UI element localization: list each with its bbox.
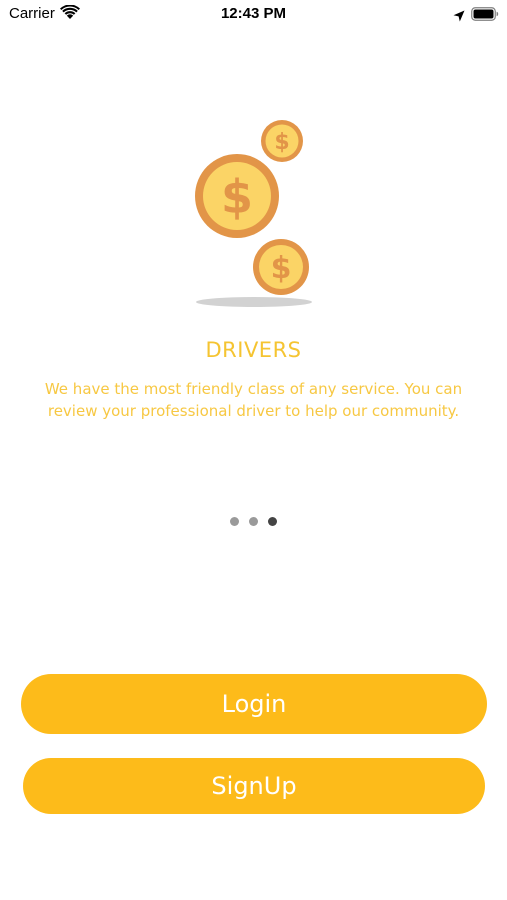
page-dot-2[interactable] — [249, 517, 258, 526]
location-arrow-icon — [453, 7, 465, 26]
status-bar: Carrier 12:43 PM — [0, 0, 507, 30]
coins-illustration: $ $ $ — [187, 112, 319, 314]
status-time: 12:43 PM — [220, 5, 287, 22]
onboarding-title: DRIVERS — [205, 338, 302, 362]
page-dot-3-active[interactable] — [268, 517, 277, 526]
svg-text:$: $ — [271, 251, 292, 286]
svg-text:$: $ — [221, 170, 253, 224]
svg-text:$: $ — [274, 130, 289, 155]
battery-icon — [471, 6, 499, 25]
login-button[interactable]: Login — [21, 674, 487, 734]
coins-icon: $ $ $ — [195, 120, 312, 307]
page-indicator[interactable] — [0, 517, 507, 526]
signup-button[interactable]: SignUp — [23, 758, 485, 814]
onboarding-description: We have the most friendly class of any s… — [44, 380, 463, 420]
page-dot-1[interactable] — [230, 517, 239, 526]
